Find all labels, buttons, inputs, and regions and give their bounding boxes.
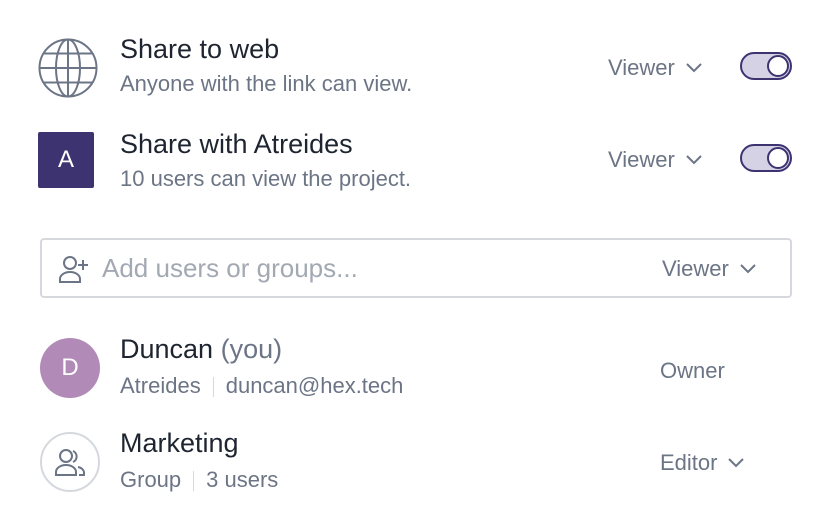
add-users-input[interactable] [102, 246, 622, 290]
share-to-web-title: Share to web [120, 34, 280, 64]
member-role-label: Owner [660, 358, 725, 384]
member-role-dropdown[interactable]: Editor [660, 450, 745, 476]
member-row: Marketing Group 3 users Editor [0, 420, 832, 520]
share-with-org-title: Share with Atreides [120, 129, 353, 159]
share-with-org-toggle[interactable] [740, 144, 792, 172]
globe-icon [38, 38, 98, 98]
role-label: Editor [660, 450, 718, 475]
chevron-down-icon [728, 458, 745, 468]
member-details: Atreides duncan@hex.tech [120, 373, 403, 399]
share-to-web-toggle[interactable] [740, 52, 792, 80]
chevron-down-icon [686, 155, 702, 165]
role-label: Owner [660, 358, 725, 383]
share-with-org-row: A Share with Atreides 10 users can view … [0, 120, 832, 220]
add-users-role-dropdown[interactable]: Viewer [662, 256, 757, 282]
role-label: Viewer [662, 256, 729, 281]
member-details: Group 3 users [120, 467, 278, 493]
member-name: Marketing [120, 428, 239, 458]
member-type: Group [120, 467, 182, 492]
member-name-text: Duncan [120, 334, 214, 364]
member-org: Atreides [120, 373, 201, 398]
add-user-icon [58, 254, 90, 284]
org-badge: A [38, 132, 94, 188]
member-row: D Duncan (you) Atreides duncan@hex.tech O… [0, 326, 832, 418]
share-with-org-subtitle: 10 users can view the project. [120, 166, 412, 191]
member-email: duncan@hex.tech [225, 373, 404, 398]
toggle-knob [767, 55, 789, 77]
add-users-field[interactable]: Viewer [40, 238, 792, 298]
group-icon [55, 449, 85, 476]
role-label: Viewer [608, 147, 675, 172]
member-name-suffix: (you) [220, 334, 283, 364]
share-to-web-role-dropdown[interactable]: Viewer [608, 55, 703, 81]
chevron-down-icon [740, 264, 756, 274]
share-to-web-subtitle: Anyone with the link can view. [120, 71, 413, 96]
member-count: 3 users [206, 467, 279, 492]
role-label: Viewer [608, 55, 675, 80]
divider [212, 377, 214, 398]
chevron-down-icon [686, 63, 702, 73]
share-to-web-row: Share to web Anyone with the link can vi… [0, 0, 832, 120]
member-name: Duncan (you) [120, 334, 282, 365]
avatar: D [40, 338, 100, 398]
divider [193, 471, 195, 492]
toggle-knob [767, 147, 789, 169]
avatar [40, 432, 100, 492]
share-with-org-role-dropdown[interactable]: Viewer [608, 147, 703, 173]
